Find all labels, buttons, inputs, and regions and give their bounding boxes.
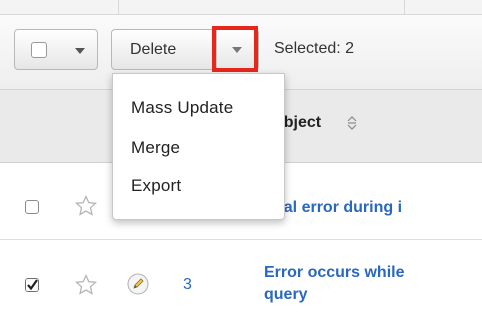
pencil-icon[interactable] [127,273,149,295]
menu-item-merge[interactable]: Merge [131,138,180,158]
actions-dropdown-menu: Mass Update Merge Export [112,73,285,220]
select-all-dropdown[interactable] [14,29,98,70]
select-all-checkbox[interactable] [31,42,47,58]
delete-button-label: Delete [130,41,177,58]
subject-link-line2[interactable]: query [264,286,308,304]
top-strip [0,0,482,15]
row-checkbox[interactable] [25,200,39,214]
menu-item-mass-update[interactable]: Mass Update [131,98,233,118]
table-row: 3 Error occurs while query [0,240,482,318]
subject-link[interactable]: ital error during i [274,199,402,217]
subject-link-line1[interactable]: Error occurs while [264,264,405,282]
chevron-down-icon [75,48,85,54]
column-divider [118,0,119,14]
selected-count: Selected: 2 [274,40,355,57]
star-icon[interactable] [74,273,98,297]
callout-highlight-box [212,26,258,72]
menu-item-export[interactable]: Export [131,176,181,196]
checkbox-checked-icon[interactable] [25,278,39,292]
row-number[interactable]: 3 [183,276,192,294]
star-icon[interactable] [74,194,98,218]
column-divider [404,0,405,14]
sort-icon[interactable] [347,114,357,132]
